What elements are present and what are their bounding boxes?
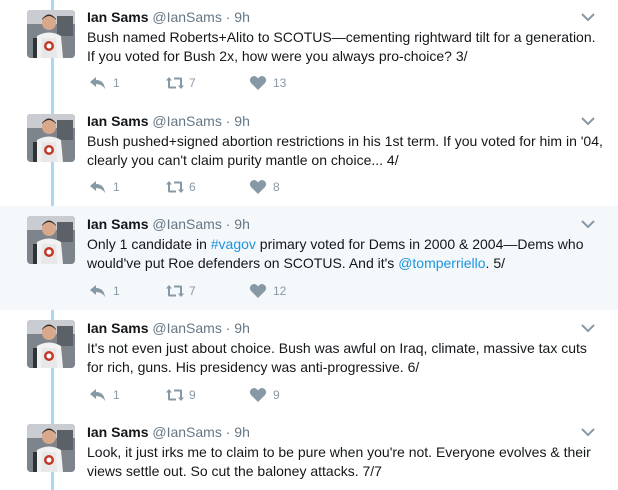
author-name[interactable]: Ian Sams — [87, 320, 148, 336]
reply-count: 1 — [113, 180, 120, 194]
author-handle[interactable]: @IanSams — [152, 216, 221, 232]
timestamp[interactable]: 9h — [234, 9, 250, 25]
chevron-down-icon[interactable] — [580, 115, 596, 127]
reply-count: 1 — [113, 284, 120, 298]
tweet-text-segment: Bush named Roberts+Alito to SCOTUS—cemen… — [87, 29, 596, 64]
timestamp[interactable]: 9h — [234, 424, 250, 440]
timestamp[interactable]: 9h — [234, 216, 250, 232]
like-count: 13 — [273, 76, 287, 90]
author-name[interactable]: Ian Sams — [87, 216, 148, 232]
author-name[interactable]: Ian Sams — [87, 113, 148, 129]
separator-dot: · — [225, 320, 231, 336]
tweet-text-segment: It's not even just about choice. Bush wa… — [87, 340, 587, 375]
separator-dot: · — [225, 216, 231, 232]
chevron-down-icon[interactable] — [580, 322, 596, 334]
tweet-item[interactable]: Ian Sams @IanSams · 9h Bush pushed+signe… — [0, 104, 618, 206]
avatar[interactable] — [27, 10, 75, 58]
separator-dot: · — [225, 113, 231, 129]
timestamp[interactable]: 9h — [234, 113, 250, 129]
tweet-text: It's not even just about choice. Bush wa… — [87, 339, 607, 376]
avatar[interactable] — [27, 114, 75, 162]
tweet-header: Ian Sams @IanSams · 9h — [87, 9, 250, 25]
retweet-count: 9 — [189, 388, 196, 402]
timestamp[interactable]: 9h — [234, 320, 250, 336]
tweet-item[interactable]: Ian Sams @IanSams · 9h Bush named Robert… — [0, 0, 618, 104]
avatar[interactable] — [27, 320, 75, 368]
author-name[interactable]: Ian Sams — [87, 424, 148, 440]
chevron-down-icon[interactable] — [580, 426, 596, 438]
tweet-text-segment: . 5/ — [485, 254, 506, 271]
chevron-down-icon[interactable] — [580, 11, 596, 23]
tweet-text-segment: Look, it just irks me to claim to be pur… — [87, 444, 591, 479]
tweet-header: Ian Sams @IanSams · 9h — [87, 424, 250, 440]
avatar[interactable] — [27, 216, 75, 264]
tweet-text: Bush pushed+signed abortion restrictions… — [87, 132, 607, 169]
tweet-text: Look, it just irks me to claim to be pur… — [87, 443, 607, 480]
like-count: 8 — [273, 180, 280, 194]
author-handle[interactable]: @IanSams — [152, 320, 221, 336]
mention-link[interactable]: @tomperriello — [398, 255, 485, 271]
retweet-count: 7 — [189, 76, 196, 90]
tweet-text: Only 1 candidate in #vagov primary voted… — [87, 235, 607, 272]
tweet-header: Ian Sams @IanSams · 9h — [87, 320, 250, 336]
tweet-item[interactable]: Ian Sams @IanSams · 9h It's not even jus… — [0, 310, 618, 414]
reply-count: 1 — [113, 76, 120, 90]
avatar[interactable] — [27, 424, 75, 472]
like-count: 9 — [273, 388, 280, 402]
tweet-item[interactable]: Ian Sams @IanSams · 9h Look, it just irk… — [0, 414, 618, 490]
author-name[interactable]: Ian Sams — [87, 9, 148, 25]
tweet-text: Bush named Roberts+Alito to SCOTUS—cemen… — [87, 28, 607, 65]
tweet-header: Ian Sams @IanSams · 9h — [87, 113, 250, 129]
separator-dot: · — [225, 9, 231, 25]
author-handle[interactable]: @IanSams — [152, 9, 221, 25]
like-count: 12 — [273, 284, 287, 298]
tweet-item[interactable]: Ian Sams @IanSams · 9h Only 1 candidate … — [0, 206, 618, 310]
tweet-text-segment: Only 1 candidate in — [87, 236, 211, 252]
tweet-header: Ian Sams @IanSams · 9h — [87, 216, 250, 232]
separator-dot: · — [225, 424, 231, 440]
tweet-text-segment: Bush pushed+signed abortion restrictions… — [87, 133, 603, 168]
reply-count: 1 — [113, 388, 120, 402]
hashtag-link[interactable]: #vagov — [211, 236, 256, 252]
author-handle[interactable]: @IanSams — [152, 113, 221, 129]
chevron-down-icon[interactable] — [580, 218, 596, 230]
retweet-count: 6 — [189, 180, 196, 194]
author-handle[interactable]: @IanSams — [152, 424, 221, 440]
retweet-count: 7 — [189, 284, 196, 298]
